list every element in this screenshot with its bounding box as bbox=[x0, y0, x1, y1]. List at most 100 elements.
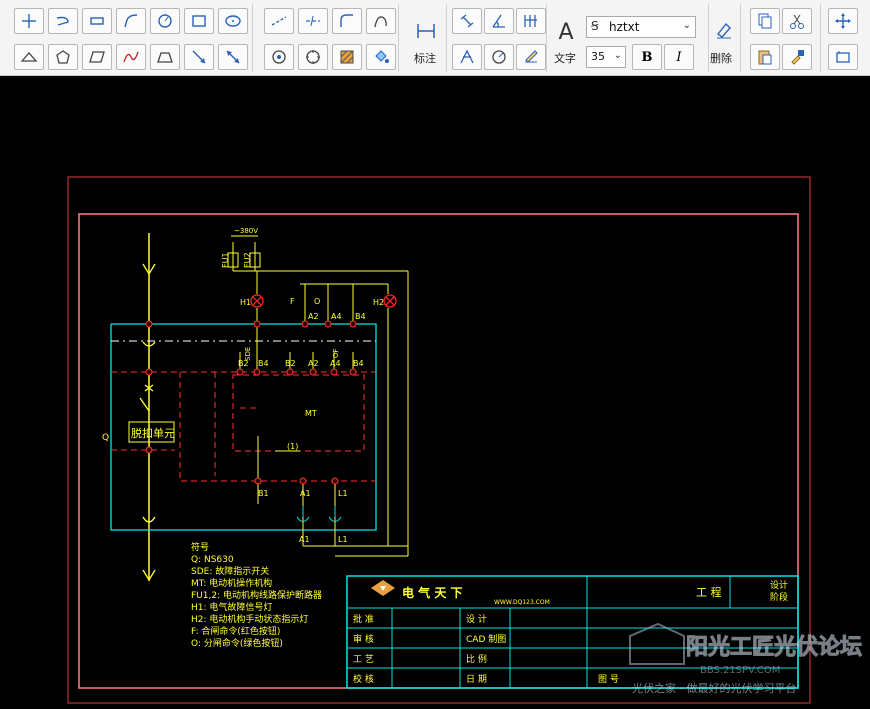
company-website: WWW.DQ123.COM bbox=[494, 599, 550, 606]
italic-button[interactable]: I bbox=[664, 44, 694, 70]
watermark-text: 阳光工匠光伏论坛 bbox=[686, 634, 862, 660]
format-brush-icon[interactable] bbox=[782, 44, 812, 70]
a4-label: A4 bbox=[330, 359, 341, 368]
cad-drawing: 脱扣单元 Q ~380V FU1 FU2 H1 H2 F O A2 A4 B4 … bbox=[67, 176, 863, 704]
design-stage-label: 设计 bbox=[770, 579, 788, 591]
legend-line: Q: NS630 bbox=[191, 555, 234, 565]
polyline-tool-icon[interactable] bbox=[14, 8, 44, 34]
company-logo bbox=[371, 580, 395, 596]
trim-tool-icon[interactable] bbox=[264, 8, 294, 34]
extend-tool-icon[interactable] bbox=[298, 8, 328, 34]
text-icon[interactable]: A bbox=[554, 20, 578, 45]
watermark: 阳光工匠光伏论坛 BBS.21SPV.COM 光伏之家 · 做最好的光伏学习平台 bbox=[629, 622, 863, 695]
tb-cell: 设 计 bbox=[466, 613, 487, 625]
fu2-label: FU2 bbox=[243, 252, 252, 268]
legend-line: SDE: 故障指示开关 bbox=[191, 565, 269, 577]
arc-polyline-tool-icon[interactable] bbox=[48, 8, 78, 34]
b4-top-label: B4 bbox=[355, 312, 366, 321]
rotate-tool-icon[interactable] bbox=[264, 44, 294, 70]
rectangle-dashed-tool-icon[interactable] bbox=[82, 8, 112, 34]
o-label: O bbox=[314, 297, 320, 306]
tb-cell: 日 期 bbox=[466, 674, 487, 685]
pentagon-tool-icon[interactable] bbox=[48, 44, 78, 70]
tb-cell: CAD 制图 bbox=[466, 633, 506, 645]
terminals bbox=[145, 320, 357, 485]
dimension-icon[interactable] bbox=[412, 18, 440, 44]
square-tool-icon[interactable] bbox=[184, 8, 214, 34]
watermark-slogan: 光伏之家 · 做最好的光伏学习平台 bbox=[632, 681, 797, 695]
design-stage-label: 阶段 bbox=[770, 591, 788, 603]
ellipse-tool-icon[interactable] bbox=[218, 8, 248, 34]
text-label: 文字 bbox=[554, 52, 576, 65]
group-select-icon[interactable] bbox=[828, 44, 858, 70]
control-wiring bbox=[227, 235, 409, 557]
hatch-tool-icon[interactable] bbox=[332, 44, 362, 70]
b4b-label: B4 bbox=[353, 359, 364, 368]
h1-label: H1 bbox=[240, 298, 251, 307]
parallelogram-tool-icon[interactable] bbox=[82, 44, 112, 70]
legend-line: H1: 电气故障信号灯 bbox=[191, 601, 272, 613]
delete-label: 删除 bbox=[710, 52, 732, 65]
double-arrow-tool-icon[interactable] bbox=[218, 44, 248, 70]
a2-label: A2 bbox=[308, 359, 319, 368]
edit-dim-icon[interactable] bbox=[516, 44, 546, 70]
b2b-label: B2 bbox=[285, 359, 296, 368]
outer-frame bbox=[67, 176, 811, 704]
triangle-tool-icon[interactable] bbox=[14, 44, 44, 70]
bold-button[interactable]: B bbox=[632, 44, 662, 70]
q-label: Q bbox=[102, 433, 109, 443]
angular-dim-icon[interactable] bbox=[484, 8, 514, 34]
a4-top-label: A4 bbox=[331, 312, 342, 321]
legend-line: O: 分闸命令(绿色按钮) bbox=[191, 637, 283, 649]
voltage-label: ~380V bbox=[234, 227, 258, 235]
drawing-canvas[interactable]: 脱扣单元 Q ~380V FU1 FU2 H1 H2 F O A2 A4 B4 … bbox=[0, 76, 870, 705]
chamfer-tool-icon[interactable] bbox=[366, 8, 396, 34]
switch-contacts bbox=[296, 506, 342, 522]
continuous-dim-icon[interactable] bbox=[516, 8, 546, 34]
arrow-tool-icon[interactable] bbox=[184, 44, 214, 70]
copy-icon[interactable] bbox=[750, 8, 780, 34]
move-icon[interactable] bbox=[828, 8, 858, 34]
f-label: F bbox=[290, 297, 295, 306]
lamp-h2 bbox=[383, 294, 397, 308]
main-breaker-circuit bbox=[139, 233, 156, 582]
font-type-icon: Ꞩ bbox=[591, 19, 599, 33]
curve-tool-icon[interactable] bbox=[116, 44, 146, 70]
legend-line: 符号 bbox=[191, 541, 209, 553]
mt-label: MT bbox=[305, 409, 317, 418]
font-size-value: 35 bbox=[591, 50, 605, 63]
paste-icon[interactable] bbox=[750, 44, 780, 70]
legend-line: F: 合闸命令(红色按钮) bbox=[191, 625, 280, 637]
company-name: 电 气 天 下 bbox=[402, 585, 463, 600]
tb-cell: 校 核 bbox=[353, 673, 374, 685]
b1-label: B1 bbox=[258, 489, 269, 498]
of-label: OF bbox=[332, 348, 340, 358]
l1-label: L1 bbox=[338, 489, 348, 498]
one-label: (1) bbox=[287, 442, 298, 451]
legend-line: FU1,2: 电动机构线路保护断路器 bbox=[191, 589, 322, 601]
inner-frame bbox=[78, 213, 799, 689]
bend-line-tool-icon[interactable] bbox=[116, 8, 146, 34]
eraser-icon[interactable] bbox=[712, 18, 736, 42]
trapezoid-tool-icon[interactable] bbox=[150, 44, 180, 70]
fill-bucket-icon[interactable] bbox=[366, 44, 396, 70]
radius-dim-icon[interactable] bbox=[484, 44, 514, 70]
sde-label: SDE bbox=[244, 347, 252, 361]
dimension-label: 标注 bbox=[414, 52, 436, 65]
font-size-select[interactable]: 35 ⌄ bbox=[586, 46, 626, 68]
font-name-select[interactable]: Ꞩ hztxt ⌄ bbox=[586, 16, 696, 38]
scale-tool-icon[interactable] bbox=[298, 44, 328, 70]
circle-tool-icon[interactable] bbox=[150, 8, 180, 34]
b4-label: B4 bbox=[258, 359, 269, 368]
lamp-h1 bbox=[250, 294, 264, 308]
release-unit-label: 脱扣单元 bbox=[131, 426, 175, 440]
chevron-down-icon: ⌄ bbox=[613, 50, 622, 61]
fillet-tool-icon[interactable] bbox=[332, 8, 362, 34]
a1-label: A1 bbox=[300, 489, 311, 498]
toolbar: 标注 A 文字 Ꞩ hztxt ⌄ 35 ⌄ B I 删除 bbox=[0, 0, 870, 76]
watermark-url: BBS.21SPV.COM bbox=[700, 665, 780, 676]
aligned-dim-icon[interactable] bbox=[452, 8, 482, 34]
drawing-number-label: 图 号 bbox=[598, 674, 619, 685]
cut-icon[interactable] bbox=[782, 8, 812, 34]
leader-dim-icon[interactable] bbox=[452, 44, 482, 70]
